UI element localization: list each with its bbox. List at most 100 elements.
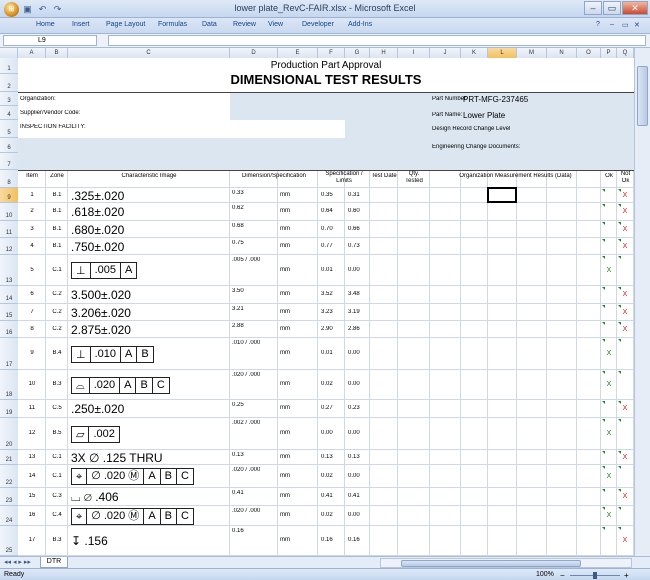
row-header-1[interactable]: 1 bbox=[0, 58, 18, 74]
row-unit: mm bbox=[280, 325, 290, 332]
row-header-20[interactable]: 20 bbox=[0, 418, 18, 450]
sheet-tab-dtr[interactable]: DTR bbox=[40, 557, 68, 568]
close-button[interactable]: ✕ bbox=[622, 1, 648, 15]
column-header-q[interactable]: Q bbox=[617, 48, 634, 58]
ribbon-tab-add-ins[interactable]: Add-Ins bbox=[348, 21, 372, 28]
row-header-22[interactable]: 22 bbox=[0, 465, 18, 488]
fcf-segment: .010 bbox=[91, 346, 122, 362]
column-header-p[interactable]: P bbox=[601, 48, 617, 58]
ribbon-tab-page-layout[interactable]: Page Layout bbox=[106, 21, 145, 28]
column-header-j[interactable]: J bbox=[430, 48, 461, 58]
help-icon[interactable]: ? bbox=[596, 21, 600, 28]
row-header-7[interactable]: 7 bbox=[0, 153, 18, 170]
formula-input[interactable] bbox=[108, 35, 646, 46]
zoom-out-button[interactable]: − bbox=[560, 571, 565, 580]
comment-indicator bbox=[618, 507, 621, 510]
row-zone: B.3 bbox=[52, 381, 62, 387]
horizontal-scroll-thumb[interactable] bbox=[401, 560, 581, 567]
name-box[interactable]: L9 bbox=[3, 35, 97, 46]
zoom-in-button[interactable]: + bbox=[624, 571, 629, 580]
column-header-k[interactable]: K bbox=[461, 48, 488, 58]
row-zone: C.1 bbox=[52, 453, 62, 460]
ribbon-tab-home[interactable]: Home bbox=[36, 21, 55, 28]
column-header-o[interactable]: O bbox=[577, 48, 601, 58]
row-header-14[interactable]: 14 bbox=[0, 286, 18, 304]
column-gridline bbox=[546, 170, 547, 556]
row-header-16[interactable]: 16 bbox=[0, 321, 18, 338]
row-header-2[interactable]: 2 bbox=[0, 74, 18, 92]
row-not-ok-mark: X bbox=[622, 453, 628, 461]
column-header-e[interactable]: E bbox=[278, 48, 318, 58]
column-header-i[interactable]: I bbox=[398, 48, 430, 58]
maximize-button[interactable]: ▭ bbox=[603, 1, 621, 15]
ribbon-tab-developer[interactable]: Developer bbox=[302, 21, 334, 28]
row-header-4[interactable]: 4 bbox=[0, 106, 18, 120]
column-header-d[interactable]: D bbox=[230, 48, 278, 58]
column-header-g[interactable]: G bbox=[345, 48, 370, 58]
row-header-8[interactable]: 8 bbox=[0, 170, 18, 188]
row-limit-upper: 0.70 bbox=[321, 225, 333, 232]
row-header-21[interactable]: 21 bbox=[0, 450, 18, 465]
column-header-n[interactable]: N bbox=[547, 48, 577, 58]
horizontal-scrollbar[interactable] bbox=[380, 558, 632, 568]
row-header-25[interactable]: 25 bbox=[0, 526, 18, 556]
row-not-ok-mark: X bbox=[622, 325, 628, 333]
fcf-segment: C bbox=[181, 509, 189, 522]
ribbon-tab-insert[interactable]: Insert bbox=[72, 21, 90, 28]
column-header-f[interactable]: F bbox=[318, 48, 345, 58]
comment-indicator bbox=[602, 527, 605, 530]
column-header-m[interactable]: M bbox=[517, 48, 547, 58]
ribbon-minimize-button[interactable]: – bbox=[610, 21, 614, 28]
row-header-10[interactable]: 10 bbox=[0, 203, 18, 221]
vertical-scroll-thumb[interactable] bbox=[637, 66, 648, 126]
row-header-17[interactable]: 17 bbox=[0, 338, 18, 370]
ribbon-restore-button[interactable]: ▭ bbox=[622, 21, 629, 29]
row-header-23[interactable]: 23 bbox=[0, 488, 18, 506]
column-header-h[interactable]: H bbox=[370, 48, 398, 58]
selected-cell[interactable] bbox=[487, 187, 517, 203]
column-header-a[interactable]: A bbox=[18, 48, 46, 58]
header-test-date: Test Date bbox=[371, 173, 397, 179]
column-header-c[interactable]: C bbox=[68, 48, 230, 58]
row-header-11[interactable]: 11 bbox=[0, 221, 18, 238]
row-limit-upper: 0.02 bbox=[321, 512, 333, 518]
row-header-13[interactable]: 13 bbox=[0, 255, 18, 286]
row-item-number: 3 bbox=[30, 225, 34, 232]
comment-indicator bbox=[618, 339, 621, 342]
row-item-number: 16 bbox=[28, 512, 36, 518]
row-header-15[interactable]: 15 bbox=[0, 304, 18, 321]
comment-indicator bbox=[602, 371, 605, 374]
row-header-3[interactable]: 3 bbox=[0, 92, 18, 106]
column-gridline bbox=[600, 170, 601, 556]
row-header-24[interactable]: 24 bbox=[0, 506, 18, 526]
row-header-9[interactable]: 9 bbox=[0, 188, 18, 203]
row-item-number: 14 bbox=[28, 472, 36, 479]
row-header-5[interactable]: 5 bbox=[0, 120, 18, 138]
row-header-18[interactable]: 18 bbox=[0, 370, 18, 400]
ribbon-tab-review[interactable]: Review bbox=[233, 21, 256, 28]
status-bar: Ready 100% − + bbox=[0, 568, 650, 580]
row-limit-upper: 0.35 bbox=[321, 191, 333, 198]
vertical-scrollbar[interactable] bbox=[634, 48, 650, 556]
row-header-12[interactable]: 12 bbox=[0, 238, 18, 255]
column-header-l[interactable]: L bbox=[488, 48, 517, 58]
row-zone: C.5 bbox=[52, 405, 62, 411]
worksheet-grid[interactable]: Production Part Approval DIMENSIONAL TEST… bbox=[18, 58, 634, 556]
ribbon-tab-formulas[interactable]: Formulas bbox=[158, 21, 187, 28]
tab-nav-icon[interactable]: ◂◂ ◂ ▸ ▸▸ bbox=[4, 558, 31, 566]
column-gridline bbox=[429, 170, 430, 556]
row-header-19[interactable]: 19 bbox=[0, 400, 18, 418]
row-dimension: 2.88 bbox=[232, 323, 244, 329]
ribbon-tab-data[interactable]: Data bbox=[202, 21, 217, 28]
ribbon-tab-view[interactable]: View bbox=[268, 21, 283, 28]
row-limit-upper: 0.02 bbox=[321, 381, 333, 387]
row-limit-lower: 0.66 bbox=[348, 225, 360, 232]
row-header-6[interactable]: 6 bbox=[0, 138, 18, 153]
column-header-b[interactable]: B bbox=[46, 48, 68, 58]
fcf-segment: .002 bbox=[93, 427, 115, 440]
minimize-button[interactable]: – bbox=[584, 1, 602, 15]
select-all-corner[interactable] bbox=[0, 48, 18, 58]
ribbon-close-button[interactable]: ✕ bbox=[634, 21, 640, 29]
zoom-slider-thumb[interactable] bbox=[593, 572, 597, 579]
row-limit-lower: 0.16 bbox=[348, 537, 360, 543]
